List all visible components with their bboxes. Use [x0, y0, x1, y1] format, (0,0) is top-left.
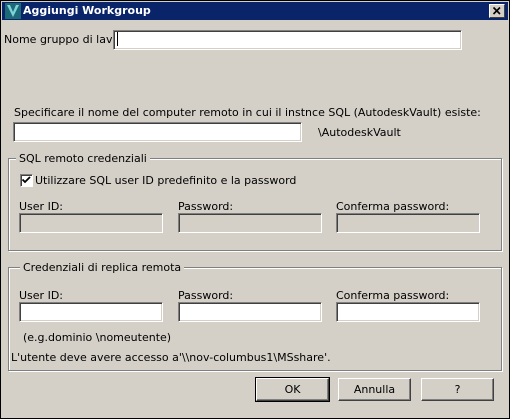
replica-userid-input[interactable] — [19, 302, 163, 322]
cancel-button[interactable]: Annulla — [338, 378, 411, 401]
window-title: Aggiungi Workgroup — [23, 4, 151, 17]
replica-confirm-password-input[interactable] — [336, 302, 480, 322]
sql-password-label: Password: — [178, 200, 234, 213]
default-sql-user-checkbox[interactable] — [20, 174, 33, 187]
replica-userid-label: User ID: — [19, 289, 63, 302]
replica-password-label: Password: — [178, 289, 234, 302]
ok-button[interactable]: OK — [255, 377, 330, 402]
title-bar[interactable]: Aggiungi Workgroup — [2, 2, 508, 20]
checkmark-icon — [21, 176, 31, 184]
help-button[interactable]: ? — [421, 378, 494, 401]
vault-app-icon — [5, 3, 21, 19]
replica-credentials-title: Credenziali di replica remota — [20, 261, 185, 274]
default-sql-user-label[interactable]: Utilizzare SQL user ID predefinito e la … — [35, 174, 296, 187]
replica-confirm-password-label: Conferma password: — [336, 289, 450, 302]
text-caret — [117, 32, 118, 46]
workgroup-name-input[interactable] — [113, 30, 462, 50]
share-access-note: L'utente deve avere accesso a'\\nov-colu… — [11, 351, 331, 364]
remote-computer-input[interactable] — [13, 122, 302, 142]
replica-password-input[interactable] — [178, 302, 322, 322]
dialog-window: Aggiungi Workgroup Nome gruppo di lavoro… — [0, 0, 510, 419]
sql-password-input — [178, 213, 322, 233]
sql-userid-input — [19, 213, 163, 233]
sql-credentials-title: SQL remoto credenziali — [16, 152, 150, 165]
sql-confirm-password-input — [336, 213, 480, 233]
sql-userid-label: User ID: — [19, 200, 63, 213]
autodeskvault-suffix: \AutodeskVault — [318, 126, 401, 139]
sql-confirm-password-label: Conferma password: — [336, 200, 450, 213]
close-button[interactable] — [489, 4, 505, 18]
userid-format-hint: (e.g.dominio \nomeutente) — [23, 331, 172, 344]
close-icon — [492, 6, 501, 15]
remote-computer-prompt: Specificare il nome del computer remoto … — [14, 106, 481, 119]
